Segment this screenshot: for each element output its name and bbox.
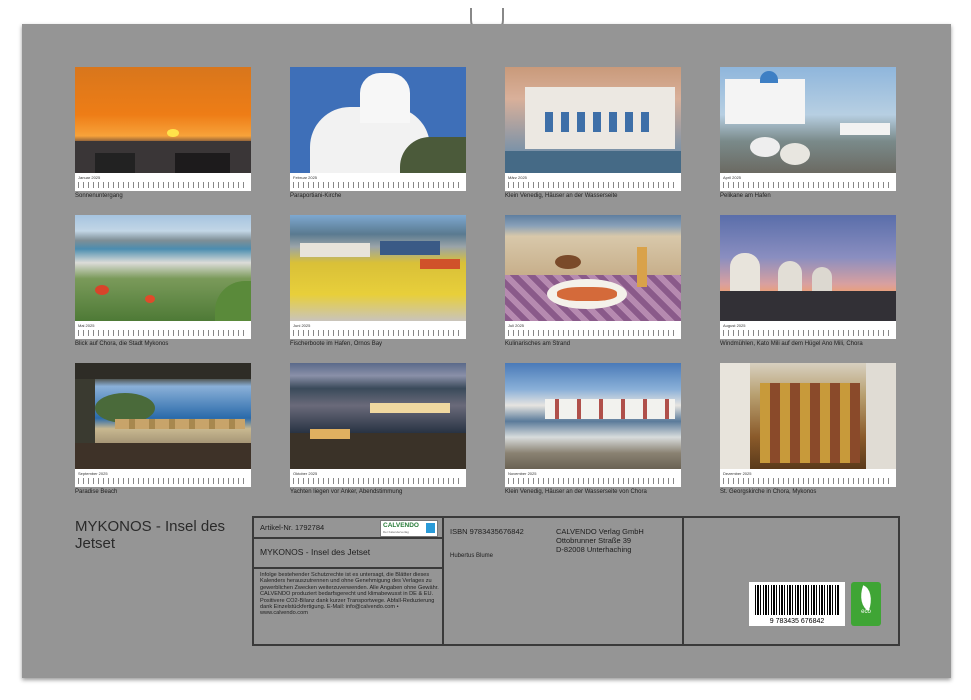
photo-caption: Kulinarisches am Strand	[505, 341, 571, 347]
month-tile-february: Februar 2025 Paraportiani-Kirche	[290, 67, 466, 199]
legal-notice: Infolge bestehender Schutzrechte ist es …	[260, 572, 439, 617]
month-tile-march: März 2025 Klein Venedig, Häuser an der W…	[505, 67, 681, 199]
month-label: Dezember 2025	[723, 471, 752, 476]
cover-title: MYKONOS - Insel des Jetset	[75, 518, 226, 552]
calendar-backcover: Januar 2025 Sonnenuntergang Februar 2025…	[22, 24, 951, 678]
photo-sunset	[75, 67, 251, 173]
photo-little-venice	[505, 67, 681, 173]
isbn-barcode: 9 783435 676842	[749, 582, 845, 626]
photo-windmills	[720, 215, 896, 321]
month-tile-october: Oktober 2025 Yachten liegen vor Anker, A…	[290, 363, 466, 495]
photo-church	[290, 67, 466, 173]
month-tile-april: April 2025 Pelikane am Hafen	[720, 67, 896, 199]
month-label: Mai 2025	[78, 323, 95, 328]
month-label: Juni 2025	[293, 323, 311, 328]
calvendo-logo: CALVENDO Der Kalenderverlag	[380, 520, 438, 537]
month-label: April 2025	[723, 175, 742, 180]
month-tile-november: November 2025 Klein Venedig, Häuser an d…	[505, 363, 681, 495]
month-tile-december: Dezember 2025 St. Georgskirche in Chora,…	[720, 363, 896, 495]
month-label: September 2025	[78, 471, 108, 476]
author: Hubertus Blume	[450, 553, 494, 559]
photo-caption: Paraportiani-Kirche	[290, 193, 342, 199]
photo-caption: Klein Venedig, Häuser an der Wasserseite	[505, 193, 618, 199]
photo-beach-food	[505, 215, 681, 321]
isbn: ISBN 9783435676842	[450, 527, 524, 536]
month-label: November 2025	[508, 471, 537, 476]
photo-yachts-evening	[290, 363, 466, 469]
photo-caption: Yachten liegen vor Anker, Abendstimmung	[290, 489, 403, 495]
photo-caption: Klein Venedig, Häuser an der Wasserseite…	[505, 489, 647, 495]
photo-pelicans	[720, 67, 896, 173]
article-number: Artikel-Nr. 1792784	[260, 523, 325, 532]
month-label: August 2025	[723, 323, 746, 328]
month-label: Januar 2025	[78, 175, 101, 180]
photo-caption: St. Georgskirche in Chora, Mykonos	[720, 489, 817, 495]
product-info-box: Artikel-Nr. 1792784 CALVENDO Der Kalende…	[252, 516, 900, 646]
month-label: Juli 2025	[508, 323, 525, 328]
eco-leaf-icon: eco	[851, 582, 881, 626]
publisher-address: CALVENDO Verlag GmbH Ottobrunner Straße …	[556, 527, 644, 554]
product-title: MYKONOS - Insel des Jetset	[260, 547, 371, 557]
month-tile-september: September 2025 Paradise Beach	[75, 363, 251, 495]
photo-caption: Windmühlen, Kato Mili auf dem Hügel Ano …	[720, 341, 863, 347]
month-label: Oktober 2025	[293, 471, 318, 476]
photo-caption: Blick auf Chora, die Stadt Mykonos	[75, 341, 169, 347]
photo-caption: Pelikane am Hafen	[720, 193, 771, 199]
month-tile-july: Juli 2025 Kulinarisches am Strand	[505, 215, 681, 347]
photo-fishing-boats	[290, 215, 466, 321]
month-tile-january: Januar 2025 Sonnenuntergang	[75, 67, 251, 199]
month-tile-june: Juni 2025 Fischerboote im Hafen, Ornos B…	[290, 215, 466, 347]
month-tile-may: Mai 2025 Blick auf Chora, die Stadt Myko…	[75, 215, 251, 347]
photo-caption: Sonnenuntergang	[75, 193, 123, 199]
photo-caption: Paradise Beach	[75, 489, 118, 495]
photo-paradise-beach	[75, 363, 251, 469]
month-label: Februar 2025	[293, 175, 318, 180]
photo-st-george-church	[720, 363, 896, 469]
month-tile-august: August 2025 Windmühlen, Kato Mili auf de…	[720, 215, 896, 347]
photo-little-venice-chora	[505, 363, 681, 469]
month-label: März 2025	[508, 175, 527, 180]
photo-caption: Fischerboote im Hafen, Ornos Bay	[290, 341, 383, 347]
photo-chora-view	[75, 215, 251, 321]
